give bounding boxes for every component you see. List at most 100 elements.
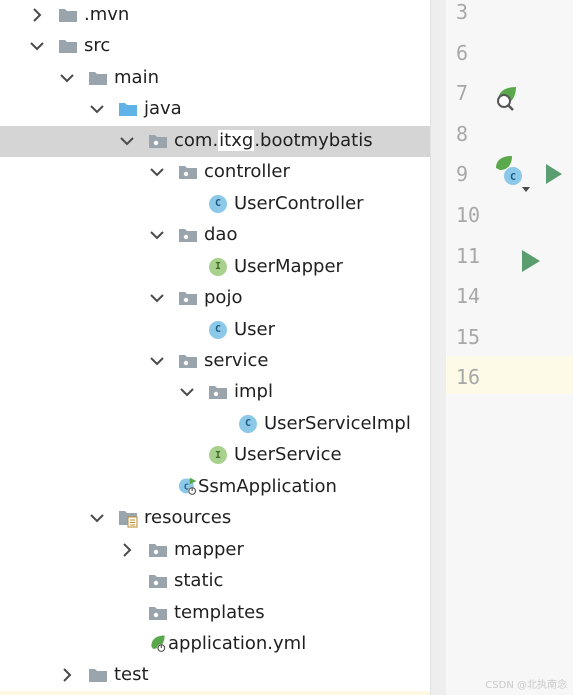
status-strip — [0, 691, 430, 695]
line-number: 3 — [456, 0, 469, 24]
tree-item-com-itxg-bootmybatis[interactable]: com.itxg.bootmybatis — [0, 125, 446, 157]
svg-text:C: C — [184, 481, 189, 491]
tree-item-label: application.yml — [168, 633, 307, 654]
package-icon — [208, 382, 228, 402]
project-tree[interactable]: .mvn src main java com.itxg.bootmybatis contr… — [0, 0, 446, 695]
package-icon — [148, 571, 168, 591]
chevron-down-icon[interactable] — [118, 132, 136, 150]
folder-icon — [88, 68, 108, 88]
panel-splitter[interactable] — [430, 0, 447, 695]
line-number: 15 — [456, 324, 481, 349]
chevron-down-icon[interactable] — [148, 289, 166, 307]
chevron-down-icon[interactable] — [178, 383, 196, 401]
tree-item-controller[interactable]: controller — [0, 157, 430, 188]
svg-text:C: C — [510, 172, 516, 183]
tree-item-resources[interactable]: resources — [0, 503, 430, 534]
tree-item-label: src — [84, 35, 111, 57]
tree-item-static[interactable]: static — [0, 566, 430, 597]
tree-item-templates[interactable]: templates — [0, 598, 430, 629]
tree-item-userservice[interactable]: I UserService — [0, 440, 430, 471]
line-number: 10 — [456, 203, 481, 227]
line-number: 16 — [456, 365, 481, 390]
spring-bean-search-icon[interactable] — [492, 83, 522, 117]
tree-item-label: SsmApplication — [198, 475, 337, 497]
tree-item-label: User — [234, 318, 276, 340]
package-icon — [178, 351, 198, 371]
chevron-down-icon[interactable] — [148, 352, 166, 370]
tree-item-pojo[interactable]: pojo — [0, 283, 430, 314]
chevron-down-icon[interactable] — [28, 37, 46, 55]
line-number: 9 — [456, 162, 469, 187]
spring-config-icon — [148, 633, 168, 653]
tree-item-user[interactable]: C User — [0, 315, 430, 346]
watermark: CSDN @北执南念 — [485, 680, 567, 691]
tree-item-test[interactable]: test — [0, 660, 430, 691]
tree-item-mapper[interactable]: mapper — [0, 535, 430, 566]
tree-item-java[interactable]: java — [0, 94, 430, 125]
chevron-down-icon[interactable] — [148, 163, 166, 181]
spring-class-run-icon[interactable]: C — [492, 154, 572, 202]
tree-item-application-yml[interactable]: application.yml — [0, 629, 430, 660]
tree-item-label: service — [204, 349, 269, 371]
line-number: 11 — [456, 243, 481, 268]
chevron-right-icon[interactable] — [118, 541, 136, 559]
tree-item-userserviceimpl[interactable]: C UserServiceImpl — [0, 409, 430, 440]
tree-item-service[interactable]: service — [0, 346, 430, 377]
tree-item-label: .mvn — [84, 4, 130, 25]
tree-item-usercontroller[interactable]: C UserController — [0, 189, 430, 220]
chevron-down-icon[interactable] — [148, 226, 166, 244]
line-number: 14 — [456, 284, 481, 309]
package-icon — [148, 540, 168, 560]
class-icon: C — [208, 320, 228, 340]
tree-item-label: UserServiceImpl — [264, 412, 411, 434]
folder-icon — [58, 36, 78, 56]
tree-item-label: UserService — [234, 444, 342, 466]
line-number: 8 — [456, 121, 469, 146]
chevron-down-icon[interactable] — [88, 509, 106, 527]
tree-item-label: com.itxg.bootmybatis — [174, 129, 373, 151]
tree-item-label: test — [114, 664, 149, 686]
tree-item-label: templates — [174, 601, 265, 623]
chevron-down-icon[interactable] — [88, 100, 106, 118]
run-icon[interactable] — [518, 246, 544, 280]
line-number: 6 — [456, 40, 469, 65]
class-icon: C — [208, 194, 228, 214]
tree-item-ssmapplication[interactable]: C SsmApplication — [0, 472, 430, 503]
tree-item-label: UserMapper — [234, 255, 343, 277]
chevron-right-icon[interactable] — [28, 6, 46, 24]
tree-item-label: resources — [144, 507, 232, 529]
tree-item-dao[interactable]: dao — [0, 220, 430, 251]
package-icon — [148, 131, 168, 151]
class-icon: C — [238, 414, 258, 434]
tree-item-mvn[interactable]: .mvn — [0, 0, 430, 31]
spring-boot-app-icon: C — [178, 476, 198, 496]
package-name-part: .bootmybatis — [254, 129, 373, 151]
tree-item-src[interactable]: src — [0, 31, 430, 62]
tree-item-label: java — [144, 98, 182, 120]
folder-icon — [88, 665, 108, 685]
tree-item-label: UserController — [234, 192, 364, 214]
tree-item-label: pojo — [204, 287, 243, 309]
package-icon — [178, 225, 198, 245]
chevron-right-icon[interactable] — [58, 666, 76, 684]
resources-folder-icon — [118, 508, 138, 528]
package-icon — [148, 603, 168, 623]
tree-item-label: impl — [234, 381, 273, 403]
interface-icon: I — [208, 257, 228, 277]
tree-item-label: mapper — [174, 538, 244, 560]
tree-item-usermapper[interactable]: I UserMapper — [0, 252, 430, 283]
tree-item-label: dao — [204, 224, 238, 246]
chevron-down-icon[interactable] — [58, 69, 76, 87]
package-icon — [178, 162, 198, 182]
tree-item-label: controller — [204, 161, 290, 183]
tree-item-label: static — [174, 570, 224, 592]
tree-item-impl[interactable]: impl — [0, 377, 430, 408]
interface-icon: I — [208, 445, 228, 465]
package-name-part: com. — [174, 129, 219, 151]
source-folder-icon — [118, 99, 138, 119]
package-icon — [178, 288, 198, 308]
tree-item-main[interactable]: main — [0, 63, 430, 94]
package-name-part: itxg — [218, 129, 255, 151]
folder-icon — [58, 5, 78, 25]
tree-item-label: main — [114, 66, 159, 88]
